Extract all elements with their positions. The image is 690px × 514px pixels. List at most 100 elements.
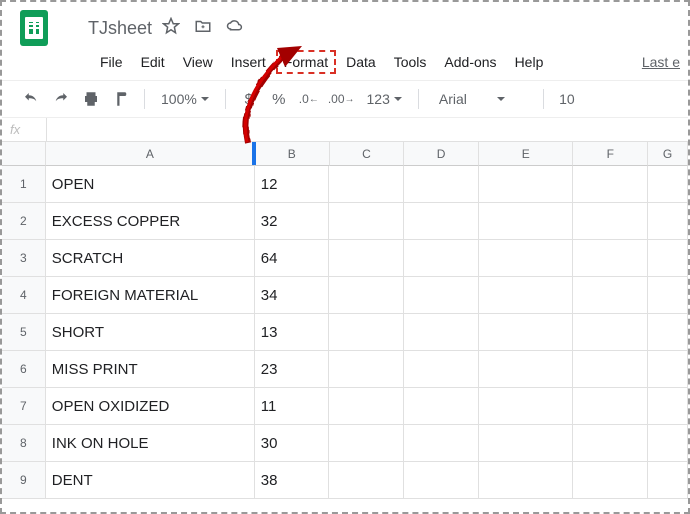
cell[interactable] bbox=[404, 314, 479, 351]
menu-tools[interactable]: Tools bbox=[386, 50, 435, 74]
decrease-decimal-button[interactable]: .0← bbox=[298, 87, 320, 111]
cell[interactable] bbox=[479, 388, 574, 425]
move-folder-icon[interactable] bbox=[194, 17, 212, 40]
menu-format[interactable]: Format bbox=[276, 50, 336, 74]
cell[interactable] bbox=[479, 203, 574, 240]
cell[interactable] bbox=[329, 425, 404, 462]
paint-format-button[interactable] bbox=[110, 87, 132, 111]
currency-button[interactable]: $ bbox=[238, 87, 260, 111]
cell[interactable] bbox=[648, 166, 688, 203]
cell[interactable] bbox=[404, 462, 479, 499]
column-header-e[interactable]: E bbox=[479, 142, 574, 166]
cell[interactable] bbox=[329, 240, 404, 277]
cloud-status-icon[interactable] bbox=[226, 17, 244, 40]
cell[interactable] bbox=[404, 351, 479, 388]
percent-button[interactable]: % bbox=[268, 87, 290, 111]
cell[interactable] bbox=[648, 425, 688, 462]
row-number[interactable]: 5 bbox=[2, 314, 46, 351]
cell[interactable] bbox=[573, 314, 648, 351]
menu-help[interactable]: Help bbox=[507, 50, 552, 74]
sheets-logo-icon[interactable] bbox=[20, 10, 48, 46]
cell[interactable]: OPEN bbox=[46, 166, 255, 203]
cell[interactable]: DENT bbox=[46, 462, 255, 499]
cell[interactable] bbox=[648, 240, 688, 277]
cell[interactable] bbox=[479, 314, 574, 351]
undo-button[interactable] bbox=[20, 87, 42, 111]
row-number[interactable]: 2 bbox=[2, 203, 46, 240]
column-header-d[interactable]: D bbox=[404, 142, 479, 166]
print-button[interactable] bbox=[80, 87, 102, 111]
cell[interactable] bbox=[404, 388, 479, 425]
row-number[interactable]: 6 bbox=[2, 351, 46, 388]
cell[interactable] bbox=[329, 203, 404, 240]
column-header-b[interactable]: B bbox=[255, 142, 330, 166]
cell[interactable]: EXCESS COPPER bbox=[46, 203, 255, 240]
menu-edit[interactable]: Edit bbox=[133, 50, 173, 74]
cell[interactable] bbox=[404, 425, 479, 462]
cell[interactable] bbox=[648, 462, 688, 499]
cell[interactable] bbox=[329, 314, 404, 351]
column-header-c[interactable]: C bbox=[330, 142, 405, 166]
cell[interactable] bbox=[479, 277, 574, 314]
formula-input[interactable] bbox=[46, 118, 688, 141]
increase-decimal-button[interactable]: .00→ bbox=[328, 87, 355, 111]
cell[interactable] bbox=[648, 351, 688, 388]
cell[interactable] bbox=[573, 166, 648, 203]
cell[interactable]: OPEN OXIDIZED bbox=[46, 388, 255, 425]
cell[interactable]: SCRATCH bbox=[46, 240, 255, 277]
cell[interactable] bbox=[404, 240, 479, 277]
cell[interactable] bbox=[573, 425, 648, 462]
cell[interactable]: FOREIGN MATERIAL bbox=[46, 277, 255, 314]
cell[interactable] bbox=[573, 203, 648, 240]
cell[interactable]: 11 bbox=[255, 388, 330, 425]
document-title[interactable]: TJsheet bbox=[58, 18, 152, 39]
star-icon[interactable] bbox=[162, 17, 180, 40]
row-number[interactable]: 7 bbox=[2, 388, 46, 425]
cell[interactable] bbox=[329, 388, 404, 425]
cell[interactable] bbox=[479, 462, 574, 499]
cell[interactable] bbox=[329, 166, 404, 203]
cell[interactable] bbox=[329, 462, 404, 499]
cell[interactable] bbox=[573, 240, 648, 277]
column-header-a[interactable]: A bbox=[46, 142, 255, 166]
cell[interactable] bbox=[648, 203, 688, 240]
cell[interactable] bbox=[648, 314, 688, 351]
menu-insert[interactable]: Insert bbox=[223, 50, 274, 74]
zoom-select[interactable]: 100% bbox=[157, 91, 213, 107]
cell[interactable] bbox=[573, 277, 648, 314]
cell[interactable]: SHORT bbox=[46, 314, 255, 351]
column-header-f[interactable]: F bbox=[573, 142, 648, 166]
cell[interactable] bbox=[573, 388, 648, 425]
number-format-select[interactable]: 123 bbox=[363, 91, 406, 107]
cell[interactable]: INK ON HOLE bbox=[46, 425, 255, 462]
cell[interactable]: 13 bbox=[255, 314, 330, 351]
cell[interactable]: 23 bbox=[255, 351, 330, 388]
last-edit-link[interactable]: Last e bbox=[642, 54, 680, 70]
cell[interactable]: 30 bbox=[255, 425, 330, 462]
row-number[interactable]: 3 bbox=[2, 240, 46, 277]
column-header-g[interactable]: G bbox=[648, 142, 688, 166]
cell[interactable] bbox=[404, 203, 479, 240]
menu-data[interactable]: Data bbox=[338, 50, 384, 74]
cell[interactable] bbox=[479, 166, 574, 203]
cell[interactable] bbox=[329, 351, 404, 388]
cell[interactable]: 32 bbox=[255, 203, 330, 240]
row-number[interactable]: 4 bbox=[2, 277, 46, 314]
redo-button[interactable] bbox=[50, 87, 72, 111]
cell[interactable] bbox=[404, 166, 479, 203]
font-size-input[interactable]: 10 bbox=[556, 87, 578, 111]
select-all-corner[interactable] bbox=[2, 142, 46, 166]
cell[interactable] bbox=[479, 425, 574, 462]
cell[interactable] bbox=[648, 277, 688, 314]
cell[interactable]: 38 bbox=[255, 462, 330, 499]
cell[interactable]: MISS PRINT bbox=[46, 351, 255, 388]
font-select[interactable]: Arial bbox=[431, 91, 531, 107]
menu-view[interactable]: View bbox=[175, 50, 221, 74]
menu-file[interactable]: File bbox=[92, 50, 131, 74]
cell[interactable] bbox=[329, 277, 404, 314]
row-number[interactable]: 1 bbox=[2, 166, 46, 203]
cell[interactable] bbox=[573, 351, 648, 388]
cell[interactable] bbox=[648, 388, 688, 425]
cell[interactable]: 12 bbox=[255, 166, 330, 203]
cell[interactable]: 64 bbox=[255, 240, 330, 277]
